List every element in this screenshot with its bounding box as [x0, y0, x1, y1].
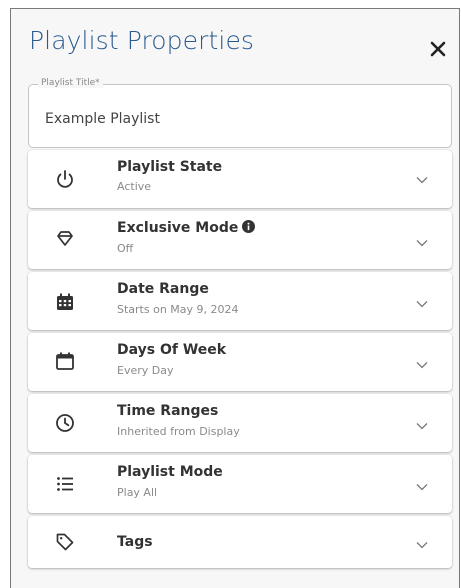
chevron-down-icon — [416, 422, 428, 430]
exclusive-mode-section[interactable]: Exclusive Mode Off — [28, 211, 452, 269]
clock-icon — [54, 412, 76, 434]
playlist-mode-label: Playlist Mode — [117, 464, 223, 480]
playlist-title-field[interactable]: Playlist Title* — [28, 78, 452, 148]
chevron-down-icon — [416, 361, 428, 369]
time-ranges-value: Inherited from Display — [117, 425, 240, 438]
chevron-down-icon — [416, 541, 428, 549]
days-of-week-label: Days Of Week — [117, 342, 227, 358]
playlist-mode-value: Play All — [117, 486, 158, 499]
calendar-grid-icon — [54, 291, 76, 313]
playlist-state-section[interactable]: Playlist State Active — [28, 150, 452, 208]
exclusive-mode-label-row: Exclusive Mode — [117, 220, 256, 236]
list-icon — [54, 473, 76, 495]
days-of-week-value: Every Day — [117, 364, 174, 377]
tag-icon — [54, 531, 76, 553]
chevron-down-icon — [416, 176, 428, 184]
info-icon[interactable] — [242, 220, 256, 233]
calendar-blank-icon — [54, 350, 76, 372]
power-icon — [54, 168, 76, 190]
diamond-icon — [54, 228, 76, 250]
tags-label: Tags — [117, 534, 153, 550]
playlist-state-label: Playlist State — [117, 159, 223, 175]
time-ranges-label: Time Ranges — [117, 403, 219, 419]
exclusive-mode-value: Off — [117, 242, 134, 255]
playlist-title-input[interactable] — [45, 107, 435, 131]
date-range-value: Starts on May 9, 2024 — [117, 303, 239, 316]
date-range-section[interactable]: Date Range Starts on May 9, 2024 — [28, 272, 452, 330]
playlist-title-legend: Playlist Title* — [38, 78, 103, 88]
exclusive-mode-label: Exclusive Mode — [117, 220, 239, 236]
playlist-state-value: Active — [117, 180, 152, 193]
dialog-title: Playlist Properties — [29, 26, 255, 55]
playlist-properties-dialog: Playlist Properties Playlist Title* Play… — [10, 8, 460, 588]
close-icon[interactable] — [429, 40, 447, 58]
chevron-down-icon — [416, 239, 428, 247]
chevron-down-icon — [416, 483, 428, 491]
playlist-mode-section[interactable]: Playlist Mode Play All — [28, 455, 452, 513]
chevron-down-icon — [416, 300, 428, 308]
tags-section[interactable]: Tags — [28, 516, 452, 568]
time-ranges-section[interactable]: Time Ranges Inherited from Display — [28, 394, 452, 452]
days-of-week-section[interactable]: Days Of Week Every Day — [28, 333, 452, 391]
date-range-label: Date Range — [117, 281, 209, 297]
